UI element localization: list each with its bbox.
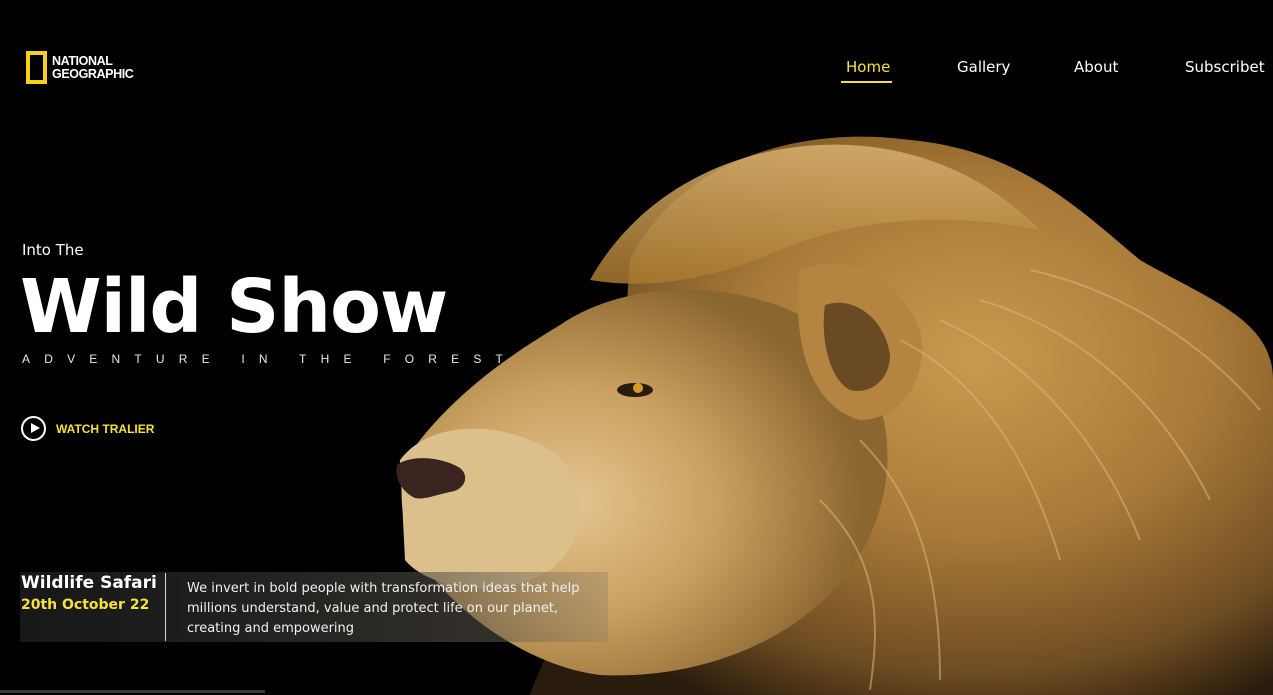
main-nav: Home Gallery About Subscribet [0,58,1273,88]
nav-active-indicator [841,81,892,83]
event-title: Wildlife Safari [21,573,157,593]
watch-trailer-button[interactable]: WATCH TRALIER [21,416,154,441]
nav-home[interactable]: Home [846,58,890,76]
horizontal-scrollbar[interactable] [0,690,265,693]
hero-tagline: ADVENTURE IN THE FOREST [22,352,518,366]
watch-trailer-label: WATCH TRALIER [56,421,155,436]
nav-gallery[interactable]: Gallery [957,58,1010,76]
event-date: 20th October 22 [21,597,150,613]
nav-subscribe[interactable]: Subscribet [1185,58,1265,76]
event-description: We invert in bold people with transforma… [187,581,580,636]
hero-title: Wild Show [20,264,448,350]
play-circle-icon [21,416,46,441]
nav-about[interactable]: About [1074,58,1118,76]
hero-kicker: Into The [22,241,84,259]
event-divider [165,573,166,641]
